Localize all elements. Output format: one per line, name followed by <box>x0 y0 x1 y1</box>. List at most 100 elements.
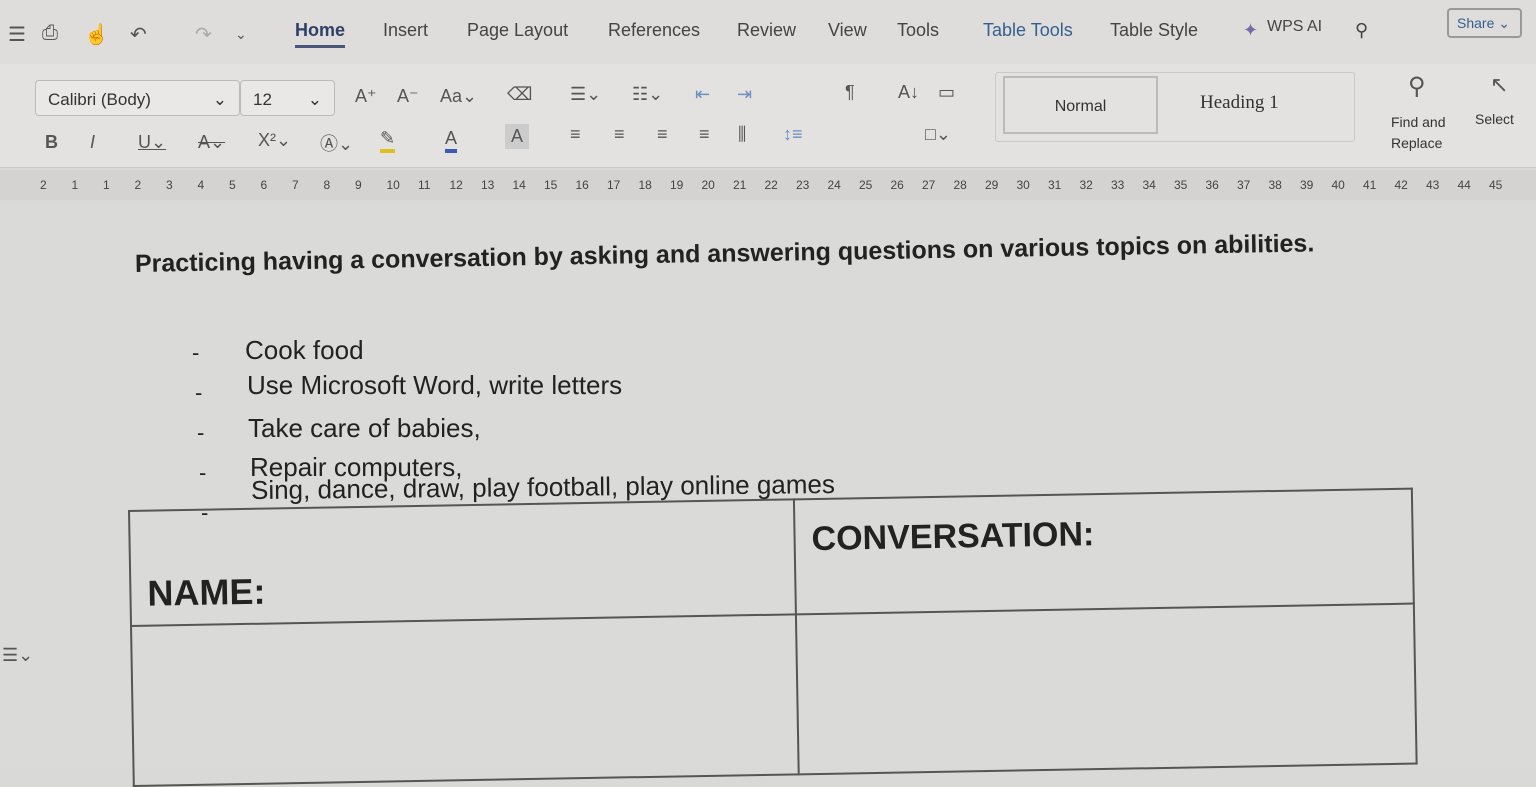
share-button[interactable]: Share ⌄ <box>1447 8 1522 38</box>
ruler-number: 45 <box>1489 178 1503 192</box>
tab-wps-ai[interactable]: WPS AI <box>1267 18 1322 36</box>
style-heading-1[interactable]: Heading 1 <box>1200 92 1279 114</box>
font-name-select[interactable]: Calibri (Body) ⌄ <box>35 80 240 116</box>
tab-review[interactable]: Review <box>737 20 796 41</box>
ruler-number: 36 <box>1205 178 1219 192</box>
ruler-number: 25 <box>859 178 873 192</box>
ruler-number: 33 <box>1111 178 1125 192</box>
line-spacing-icon[interactable]: ↕≡ <box>783 124 803 145</box>
ruler-number: 37 <box>1237 178 1251 192</box>
name-cell[interactable] <box>131 614 799 786</box>
tab-tools[interactable]: Tools <box>897 20 939 41</box>
ruler-number: 26 <box>890 178 904 192</box>
conversation-table: NAME: CONVERSATION: <box>128 488 1418 787</box>
ruler-number: 13 <box>481 178 495 192</box>
align-left-icon[interactable]: ≡ <box>570 124 581 145</box>
ruler-number: 1 <box>103 178 110 192</box>
ruler-number: 31 <box>1048 178 1062 192</box>
ruler-number: 11 <box>418 178 431 192</box>
bullets-icon[interactable]: ☰⌄ <box>570 84 601 105</box>
share-label: Share <box>1457 15 1495 31</box>
numbering-icon[interactable]: ☷⌄ <box>632 84 663 105</box>
superscript-icon[interactable]: X²⌄ <box>258 130 291 151</box>
tab-table-style[interactable]: Table Style <box>1110 20 1198 41</box>
conversation-cell[interactable] <box>795 603 1417 775</box>
hand-icon[interactable]: ☝ <box>84 22 109 47</box>
ruler-number: 9 <box>355 178 362 192</box>
ruler-number: 12 <box>449 178 463 192</box>
ruler-number: 6 <box>260 178 268 192</box>
ruler-number: 41 <box>1363 178 1377 192</box>
font-size-value: 12 <box>253 90 272 109</box>
ruler-number: 28 <box>953 178 967 192</box>
ruler-number: 30 <box>1016 178 1030 192</box>
italic-icon[interactable]: I <box>90 132 95 153</box>
distributed-icon[interactable]: ⫼ <box>738 124 746 145</box>
style-normal[interactable]: Normal <box>1003 76 1158 134</box>
undo-icon[interactable]: ↶ <box>130 22 147 47</box>
decrease-indent-icon[interactable]: ⇤ <box>695 84 710 105</box>
search-icon[interactable]: ⚲ <box>1355 20 1368 41</box>
clear-format-icon[interactable]: ⌫ <box>507 84 532 105</box>
increase-indent-icon[interactable]: ⇥ <box>737 84 752 105</box>
strikethrough-icon[interactable]: A⌄ <box>198 132 225 153</box>
chevron-down-icon[interactable]: ⌄ <box>235 26 247 43</box>
find-replace-button[interactable]: Find and Replace <box>1391 112 1461 154</box>
table-layout-icon[interactable]: ☰⌄ <box>2 645 33 666</box>
ruler-number: 27 <box>922 178 936 192</box>
ruler-number: 32 <box>1079 178 1093 192</box>
ruler-number: 5 <box>229 178 236 192</box>
ruler-number: 18 <box>638 178 652 192</box>
menu-icon[interactable]: ☰ <box>8 22 26 47</box>
ruler-number: 44 <box>1457 178 1471 192</box>
align-center-icon[interactable]: ≡ <box>614 124 625 145</box>
char-shading-icon[interactable]: A <box>505 124 530 149</box>
name-header: NAME: <box>129 499 796 626</box>
borders-icon[interactable]: □⌄ <box>925 124 951 145</box>
grow-font-icon[interactable]: A⁺ <box>355 86 377 107</box>
ruler-number: 16 <box>575 178 589 192</box>
ruler-number: 43 <box>1426 178 1440 192</box>
redo-icon[interactable]: ↷ <box>195 22 212 47</box>
font-color-icon[interactable]: A <box>445 128 458 153</box>
select-cursor-icon[interactable]: ↖ <box>1490 72 1508 98</box>
bold-icon[interactable]: B <box>45 132 58 153</box>
ruler-number: 8 <box>323 178 331 192</box>
ruler-number: 39 <box>1300 178 1314 192</box>
sort-icon[interactable]: A↓ <box>898 82 919 103</box>
ruler-number: 10 <box>386 178 400 192</box>
paragraph-mark-icon[interactable]: ¶ <box>845 82 855 103</box>
print-preview-icon[interactable]: ⎙ <box>42 22 58 45</box>
ruler-number: 34 <box>1142 178 1156 192</box>
ruler-icon[interactable]: ▭ <box>938 82 955 103</box>
horizontal-ruler[interactable]: 2 1 1 2 3 4 5 6 7 8 9 10 11 12 13 14 15 16 17 18 19 20 21 22 23 2… <box>0 170 1536 200</box>
tab-page-layout[interactable]: Page Layout <box>467 20 568 41</box>
select-button[interactable]: Select <box>1475 111 1514 127</box>
ruler-number: 15 <box>544 178 558 192</box>
ruler-number: 1 <box>71 178 79 192</box>
find-icon[interactable]: ⚲ <box>1408 72 1426 101</box>
list-item: Use Microsoft Word, write letters <box>247 370 623 400</box>
font-name-value: Calibri (Body) <box>48 90 151 109</box>
change-case-icon[interactable]: Aa⌄ <box>440 86 477 107</box>
tab-view[interactable]: View <box>828 20 867 41</box>
tab-home[interactable]: Home <box>295 20 346 48</box>
tab-insert[interactable]: Insert <box>383 20 428 41</box>
shrink-font-icon[interactable]: A⁻ <box>397 86 419 107</box>
wps-ai-icon: ✦ <box>1243 20 1259 40</box>
highlight-icon[interactable]: ✎ <box>380 128 396 153</box>
ruler-number: 19 <box>670 178 684 192</box>
align-right-icon[interactable]: ≡ <box>657 124 668 145</box>
ruler-number: 14 <box>512 178 526 192</box>
ruler-number: 24 <box>827 178 841 192</box>
underline-icon[interactable]: U⌄ <box>138 132 166 153</box>
tab-table-tools[interactable]: Table Tools <box>983 20 1073 41</box>
tab-references[interactable]: References <box>608 20 700 41</box>
ruler-number: 29 <box>985 178 999 192</box>
justify-icon[interactable]: ≡ <box>699 124 710 145</box>
list-dash: - <box>197 420 205 445</box>
list-dash: - <box>195 380 203 405</box>
list-item: Cook food <box>245 335 364 365</box>
text-effect-icon[interactable]: Ⓐ⌄ <box>320 130 353 156</box>
font-size-select[interactable]: 12 ⌄ <box>240 80 335 116</box>
